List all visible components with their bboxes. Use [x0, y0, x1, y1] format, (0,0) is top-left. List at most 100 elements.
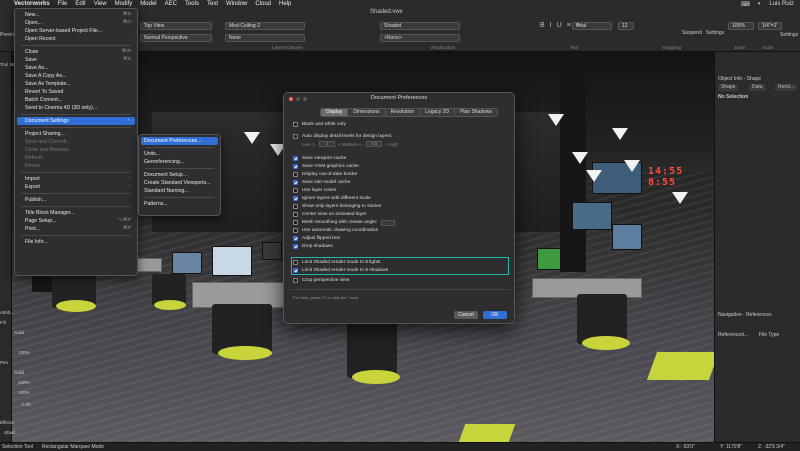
checkbox-unchecked[interactable]: [293, 228, 298, 233]
menu-item-project-sharing[interactable]: Project Sharing...: [15, 130, 137, 138]
menu-text[interactable]: Text: [207, 1, 218, 7]
menu-cloud[interactable]: Cloud: [255, 1, 271, 7]
checkbox-checked[interactable]: [293, 164, 298, 169]
fill-style[interactable]: Solid: [14, 330, 48, 335]
cancel-button[interactable]: Cancel: [454, 311, 478, 319]
user-name[interactable]: Luis Ruiz: [769, 1, 794, 8]
menu-item-page-setup[interactable]: Page Setup... ⌥⌘P: [15, 217, 137, 225]
checkbox-checked[interactable]: [293, 196, 298, 201]
shadow-label[interactable]: Shad...: [4, 430, 38, 435]
checkbox-unchecked[interactable]: [293, 204, 298, 209]
checkbox-unchecked[interactable]: [293, 220, 298, 225]
referenced-column[interactable]: Referenced...: [718, 332, 748, 338]
align-center-icon[interactable]: ≡: [576, 22, 580, 29]
menu-item-save-as-template[interactable]: Save As Template...: [15, 80, 137, 88]
checkbox-checked[interactable]: [293, 180, 298, 185]
medium-value-field[interactable]: 0.5: [366, 141, 383, 147]
low-value-field[interactable]: 1: [319, 141, 336, 147]
class-sub-dropdown[interactable]: None: [225, 34, 305, 42]
menu-item-new[interactable]: New... ⌘N: [15, 11, 137, 19]
suspend-button[interactable]: Suspend: [682, 30, 702, 36]
tab-plan-shadows[interactable]: Plan Shadows: [455, 109, 497, 116]
scale-dropdown[interactable]: 1/4"=1': [758, 22, 782, 30]
menu-item-close[interactable]: Close ⌘W: [15, 48, 137, 56]
submenu-item-units[interactable]: Units...: [139, 150, 220, 158]
tab-legacy-2d[interactable]: Legacy 2D: [420, 109, 456, 116]
keyboard-icon[interactable]: ⌨: [741, 1, 750, 8]
active-class-dropdown[interactable]: Mod-Ceiling-2: [225, 22, 305, 30]
option-adjust-flipped-text[interactable]: Adjust flipped text: [293, 235, 340, 242]
menu-aec[interactable]: AEC: [165, 1, 177, 7]
submenu-item-standard-naming[interactable]: Standard Naming...: [139, 187, 220, 195]
option-center-view-on-activated-layer[interactable]: Center view on activated layer: [293, 211, 366, 218]
option-save-site-model-cache[interactable]: Save site model cache: [293, 179, 350, 186]
menu-item-save[interactable]: Save ⌘S: [15, 56, 137, 64]
option-use-automatic-drawing-coordination[interactable]: Use automatic drawing coordination: [293, 227, 378, 234]
menu-item-print[interactable]: Print... ⌘P: [15, 225, 137, 233]
font-size-dropdown[interactable]: 12: [618, 22, 634, 30]
tab-dimensions[interactable]: Dimensions: [348, 109, 386, 116]
checkbox-checked[interactable]: [293, 244, 298, 249]
menu-item-open[interactable]: Open... ⌘O: [15, 19, 137, 27]
option-show-only-layers-belonging-to-stories[interactable]: Show only layers belonging to stories: [293, 203, 381, 210]
projection-dropdown[interactable]: Normal Perspective: [140, 34, 212, 42]
view-dropdown[interactable]: Top View: [140, 22, 212, 30]
zoom-dropdown[interactable]: 100%: [728, 22, 754, 30]
menu-item-open-server-based-project-file[interactable]: Open Server-based Project File...: [15, 27, 137, 35]
pen-style[interactable]: Solid: [14, 370, 48, 375]
line-thickness[interactable]: 0.35: [22, 402, 56, 407]
tab-render[interactable]: Rend...: [775, 84, 798, 91]
align-left-icon[interactable]: ≡: [567, 22, 571, 29]
option-mesh-smoothing-with-crease-angle[interactable]: Mesh smoothing with crease angle:: [293, 219, 396, 226]
menu-item-send-to-cinema-4d-3d-only[interactable]: Send to Cinema 4D (3D only)...: [15, 104, 137, 112]
snap-settings-button[interactable]: Settings: [706, 30, 724, 36]
view-settings-button[interactable]: Settings: [780, 32, 798, 38]
option-save-viewport-cache[interactable]: Save viewport cache: [293, 155, 346, 162]
bold-icon[interactable]: B: [540, 22, 545, 29]
menu-item-file-info[interactable]: File Info...: [15, 238, 137, 246]
menu-item-save-as[interactable]: Save As...: [15, 64, 137, 72]
menu-help[interactable]: Help: [279, 1, 291, 7]
menu-item-revert-to-saved[interactable]: Revert To Saved: [15, 88, 137, 96]
menu-file[interactable]: File: [58, 1, 68, 7]
submenu-item-georeferencing[interactable]: Georeferencing...: [139, 158, 220, 166]
menu-item-publish[interactable]: Publish...: [15, 196, 137, 204]
checkbox-unchecked[interactable]: [293, 172, 298, 177]
pen-opacity-2[interactable]: 100%: [18, 390, 52, 395]
menu-item-batch-convert[interactable]: Batch Convert...: [15, 96, 137, 104]
menu-modify[interactable]: Modify: [115, 1, 133, 7]
menu-item-document-settings[interactable]: Document Settings ›: [17, 117, 135, 125]
option-ignore-layers-with-different-scale[interactable]: Ignore layers with different scale: [293, 195, 371, 202]
lighting-dropdown[interactable]: <None>: [380, 34, 460, 42]
menu-model[interactable]: Model: [140, 1, 156, 7]
tab-display[interactable]: Display: [321, 109, 349, 116]
checkbox-unchecked[interactable]: [293, 188, 298, 193]
submenu-item-create-standard-viewports[interactable]: Create Standard Viewports...: [139, 179, 220, 187]
option-display-out-of-date-border[interactable]: Display out-of-date border: [293, 171, 357, 178]
option-auto-display-detail-levels-for-design-layers[interactable]: Auto display detail levels for design la…: [293, 133, 392, 140]
italic-icon[interactable]: I: [550, 22, 552, 29]
pen-opacity[interactable]: 100%: [18, 380, 52, 385]
checkbox-unchecked[interactable]: [293, 122, 298, 127]
submenu-item-document-preferences[interactable]: Document Preferences...: [141, 137, 218, 145]
crease-angle-field[interactable]: [381, 219, 396, 226]
control-center-icon[interactable]: ◐: [758, 1, 762, 8]
checkbox-unchecked[interactable]: [293, 212, 298, 217]
checkbox-checked[interactable]: [293, 156, 298, 161]
option-drop-shadows[interactable]: Drop shadows: [293, 243, 333, 250]
menu-window[interactable]: Window: [226, 1, 247, 7]
submenu-item-document-setup[interactable]: Document Setup...: [139, 171, 220, 179]
checkbox-unchecked[interactable]: [293, 278, 298, 283]
menu-item-save-a-copy-as[interactable]: Save A Copy As...: [15, 72, 137, 80]
tab-resolution[interactable]: Resolution: [386, 109, 421, 116]
app-menu[interactable]: Vectorworks: [14, 1, 50, 7]
ok-button[interactable]: OK: [483, 311, 507, 319]
previous-view-button[interactable]: Previous View: [0, 32, 32, 38]
file-type-column[interactable]: File Type: [759, 332, 779, 338]
menu-edit[interactable]: Edit: [75, 1, 85, 7]
checkbox-unchecked[interactable]: [293, 134, 298, 139]
menu-view[interactable]: View: [94, 1, 107, 7]
option-black-and-white-only[interactable]: Black and white only: [293, 121, 346, 128]
tab-data[interactable]: Data: [749, 84, 766, 91]
menu-tools[interactable]: Tools: [185, 1, 199, 7]
